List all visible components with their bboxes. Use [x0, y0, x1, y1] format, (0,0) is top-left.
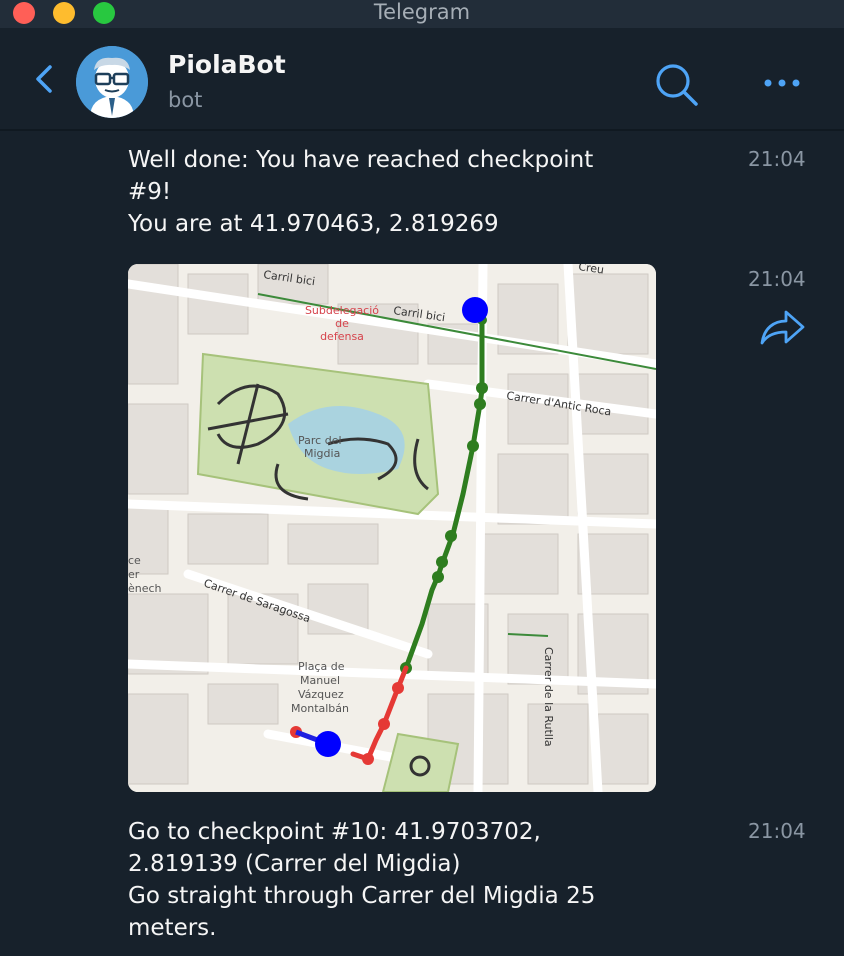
chat-status: bot — [168, 88, 203, 112]
bot-avatar-icon — [76, 46, 148, 118]
map-label: Parc del — [298, 434, 342, 447]
location-map[interactable]: Carril bici Carril bici Creu Carrer d'An… — [128, 264, 656, 792]
chat-title[interactable]: PiolaBot — [168, 50, 286, 79]
map-label: ènech — [128, 582, 162, 595]
window-titlebar: Telegram — [0, 0, 844, 28]
forward-icon[interactable] — [758, 306, 808, 348]
map-label: Montalbán — [291, 702, 349, 715]
avatar[interactable] — [76, 46, 148, 118]
message-time: 21:04 — [748, 147, 806, 171]
message-text: Go to checkpoint #10: 41.9703702, 2.8191… — [128, 819, 596, 941]
map-label: de — [335, 317, 349, 330]
map-label: Vázquez — [298, 688, 344, 701]
back-arrow-icon[interactable] — [30, 61, 60, 97]
chat-header: PiolaBot bot — [0, 28, 844, 131]
map-label: ce — [128, 554, 141, 567]
map-label: Carrer de la Rutlla — [542, 647, 555, 747]
destination-marker — [315, 731, 341, 757]
search-icon[interactable] — [652, 60, 702, 110]
map-label: Manuel — [300, 674, 340, 687]
map-label: Subdelegació — [305, 304, 379, 317]
more-options-icon[interactable] — [760, 68, 806, 98]
current-position-marker — [462, 297, 488, 323]
message-time: 21:04 — [748, 819, 806, 843]
map-label: Migdia — [304, 447, 340, 460]
map-canvas: Carril bici Carril bici Creu Carrer d'An… — [128, 264, 656, 792]
message-text: Well done: You have reached checkpoint #… — [128, 147, 594, 237]
map-label: Plaça de — [298, 660, 345, 673]
message-time: 21:04 — [748, 267, 806, 291]
window-title: Telegram — [373, 0, 471, 24]
map-label: defensa — [320, 330, 364, 343]
map-label: er — [128, 568, 140, 581]
